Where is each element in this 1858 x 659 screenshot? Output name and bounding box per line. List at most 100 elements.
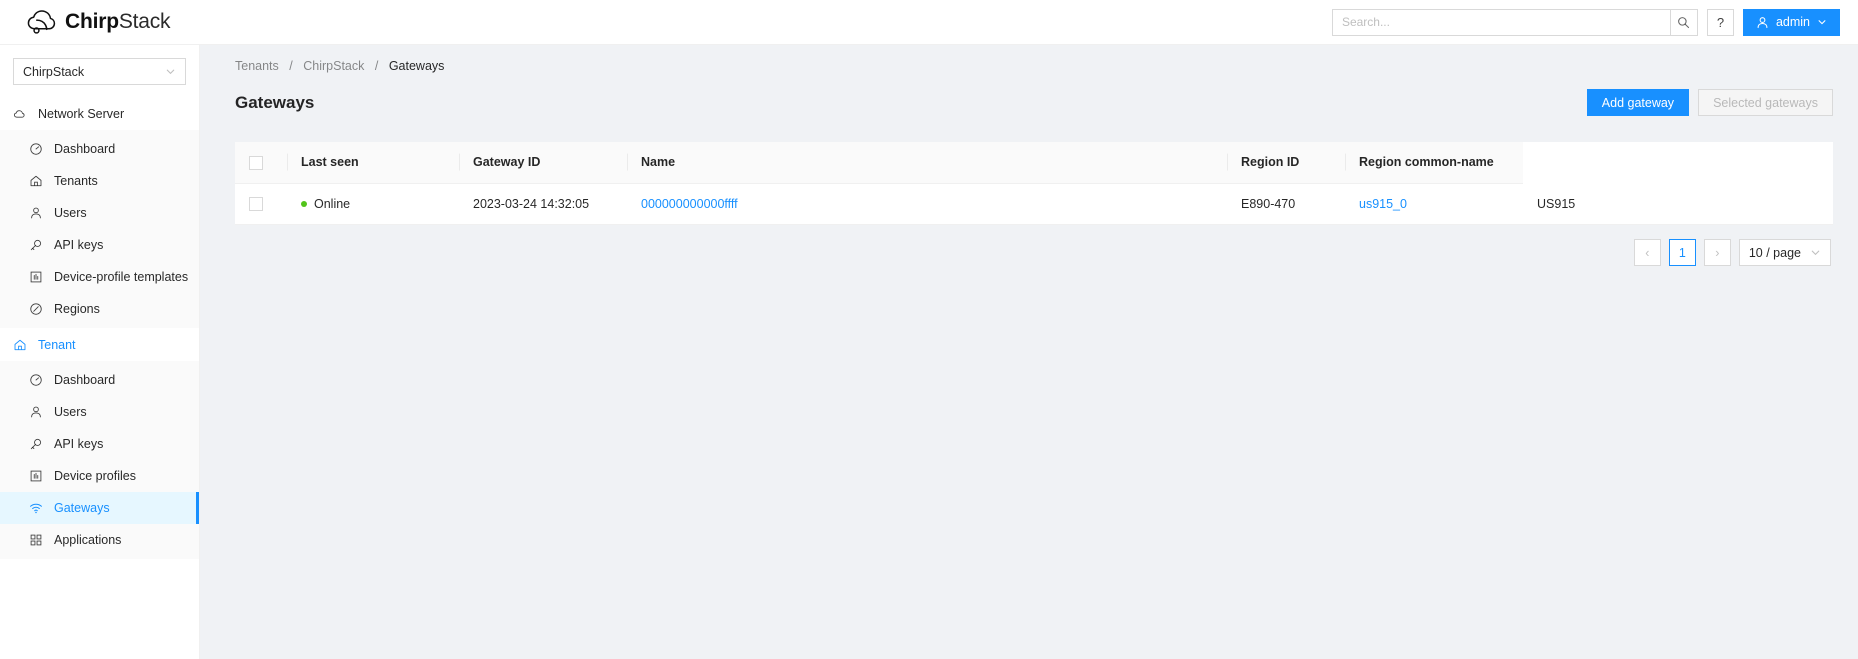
sidebar-group-network-server: Dashboard Tenants Users [0, 130, 199, 328]
sidebar-item-device-profiles[interactable]: Device profiles [0, 460, 199, 492]
sidebar-item-label: Users [54, 206, 87, 220]
sidebar-item-api-keys-tenant[interactable]: API keys [0, 428, 199, 460]
add-gateway-button[interactable]: Add gateway [1587, 89, 1689, 116]
page-size-selector[interactable]: 10 / page [1739, 239, 1831, 266]
brand-name-light: Stack [119, 10, 171, 33]
sidebar-item-applications[interactable]: Applications [0, 524, 199, 556]
sidebar-item-label: API keys [54, 238, 103, 252]
app-body: ChirpStack Network Server Dashb [0, 45, 1858, 659]
sidebar-section-tenant[interactable]: Tenant [0, 328, 199, 361]
page-actions: Add gateway Selected gateways [1587, 89, 1833, 116]
table-header-row: Last seen Gateway ID Name Region ID Regi… [235, 142, 1833, 183]
column-header-gateway-id: Gateway ID [459, 142, 627, 183]
breadcrumb-item-tenants[interactable]: Tenants [235, 59, 279, 73]
search-input[interactable] [1332, 9, 1670, 36]
sidebar-item-label: Gateways [54, 501, 110, 515]
sidebar-item-label: Users [54, 405, 87, 419]
chevron-down-icon [1817, 17, 1827, 27]
chevron-down-icon [1810, 247, 1821, 258]
breadcrumb-item-chirpstack[interactable]: ChirpStack [303, 59, 364, 73]
dashboard-icon [29, 373, 43, 387]
breadcrumb-separator: / [375, 59, 378, 73]
table-head: Last seen Gateway ID Name Region ID Regi… [235, 142, 1833, 183]
sidebar-item-dashboard-tenant[interactable]: Dashboard [0, 364, 199, 396]
sidebar-item-label: Dashboard [54, 373, 115, 387]
cell-status-last-seen: Online [287, 183, 459, 225]
cell-region-common-name: US915 [1523, 183, 1833, 225]
column-header-region-id: Region ID [1227, 142, 1345, 183]
pagination-next-button: › [1704, 239, 1731, 266]
pagination-prev-button: ‹ [1634, 239, 1661, 266]
device-profile-icon [29, 469, 43, 483]
column-header-select-all [235, 142, 287, 183]
gateways-table: Last seen Gateway ID Name Region ID Regi… [235, 142, 1833, 225]
page-title: Gateways [235, 93, 314, 113]
sidebar-item-label: Applications [54, 533, 121, 547]
chirpstack-app: ChirpStack ? admin [0, 0, 1858, 659]
top-bar-right: ? admin [1332, 9, 1840, 36]
grid-icon [29, 533, 43, 547]
sidebar-item-device-profile-templates[interactable]: Device-profile templates [0, 261, 199, 293]
sidebar-group-tenant: Dashboard Users API keys [0, 361, 199, 559]
tenant-selector[interactable]: ChirpStack [13, 58, 186, 85]
sidebar-item-label: Device-profile templates [54, 270, 188, 284]
pagination: ‹ 1 › 10 / page [235, 225, 1833, 266]
page-header: Gateways Add gateway Selected gateways [235, 89, 1833, 116]
status-label: Online [314, 197, 350, 211]
top-bar: ChirpStack ? admin [0, 0, 1858, 45]
sidebar-item-label: API keys [54, 437, 103, 451]
compass-icon [29, 302, 43, 316]
pagination-page-1[interactable]: 1 [1669, 239, 1696, 266]
search-button[interactable] [1670, 9, 1698, 36]
gateway-id-link[interactable]: 000000000000ffff [641, 197, 738, 211]
breadcrumb: Tenants / ChirpStack / Gateways [235, 59, 1833, 73]
brand-name-bold: Chirp [65, 10, 119, 33]
row-select-cell [235, 183, 287, 225]
user-icon [29, 206, 43, 220]
select-all-checkbox[interactable] [249, 156, 263, 170]
row-checkbox[interactable] [249, 197, 263, 211]
search-icon [1677, 16, 1690, 29]
sidebar-item-gateways[interactable]: Gateways [0, 492, 199, 524]
cell-last-seen: 2023-03-24 14:32:05 [459, 183, 627, 225]
brand[interactable]: ChirpStack [26, 7, 170, 37]
status-badge: Online [301, 197, 445, 211]
table-body: Online 2023-03-24 14:32:05 000000000000f… [235, 183, 1833, 225]
tenant-selector-value: ChirpStack [23, 65, 84, 79]
sidebar-item-users-tenant[interactable]: Users [0, 396, 199, 428]
help-button[interactable]: ? [1707, 9, 1734, 36]
sidebar-item-label: Tenants [54, 174, 98, 188]
account-menu-button[interactable]: admin [1743, 9, 1840, 36]
cloud-icon [13, 107, 27, 121]
sidebar-item-regions[interactable]: Regions [0, 293, 199, 325]
region-id-link[interactable]: us915_0 [1359, 197, 1407, 211]
search-box [1332, 9, 1698, 36]
sidebar: ChirpStack Network Server Dashb [0, 45, 200, 659]
cell-name: E890-470 [1227, 183, 1345, 225]
breadcrumb-item-gateways: Gateways [389, 59, 445, 73]
main-content: Tenants / ChirpStack / Gateways Gateways… [200, 45, 1858, 659]
brand-name: ChirpStack [65, 10, 170, 34]
sidebar-item-api-keys-ns[interactable]: API keys [0, 229, 199, 261]
user-icon [29, 405, 43, 419]
sidebar-item-dashboard-ns[interactable]: Dashboard [0, 133, 199, 165]
sidebar-item-tenants[interactable]: Tenants [0, 165, 199, 197]
sidebar-item-label: Device profiles [54, 469, 136, 483]
key-icon [29, 437, 43, 451]
page-size-label: 10 / page [1749, 246, 1801, 260]
table-row[interactable]: Online 2023-03-24 14:32:05 000000000000f… [235, 183, 1833, 225]
sidebar-item-users-ns[interactable]: Users [0, 197, 199, 229]
chevron-down-icon [165, 66, 176, 77]
sidebar-item-label: Regions [54, 302, 100, 316]
user-icon [1756, 16, 1769, 29]
home-icon [29, 174, 43, 188]
account-label: admin [1776, 15, 1810, 29]
sidebar-item-label: Dashboard [54, 142, 115, 156]
sidebar-section-network-server[interactable]: Network Server [0, 97, 199, 130]
sidebar-section-label: Network Server [38, 107, 124, 121]
cell-gateway-id: 000000000000ffff [627, 183, 1227, 225]
gateways-table-card: Last seen Gateway ID Name Region ID Regi… [235, 142, 1833, 225]
column-header-last-seen: Last seen [287, 142, 459, 183]
status-dot-icon [301, 201, 307, 207]
home-icon [13, 338, 27, 352]
